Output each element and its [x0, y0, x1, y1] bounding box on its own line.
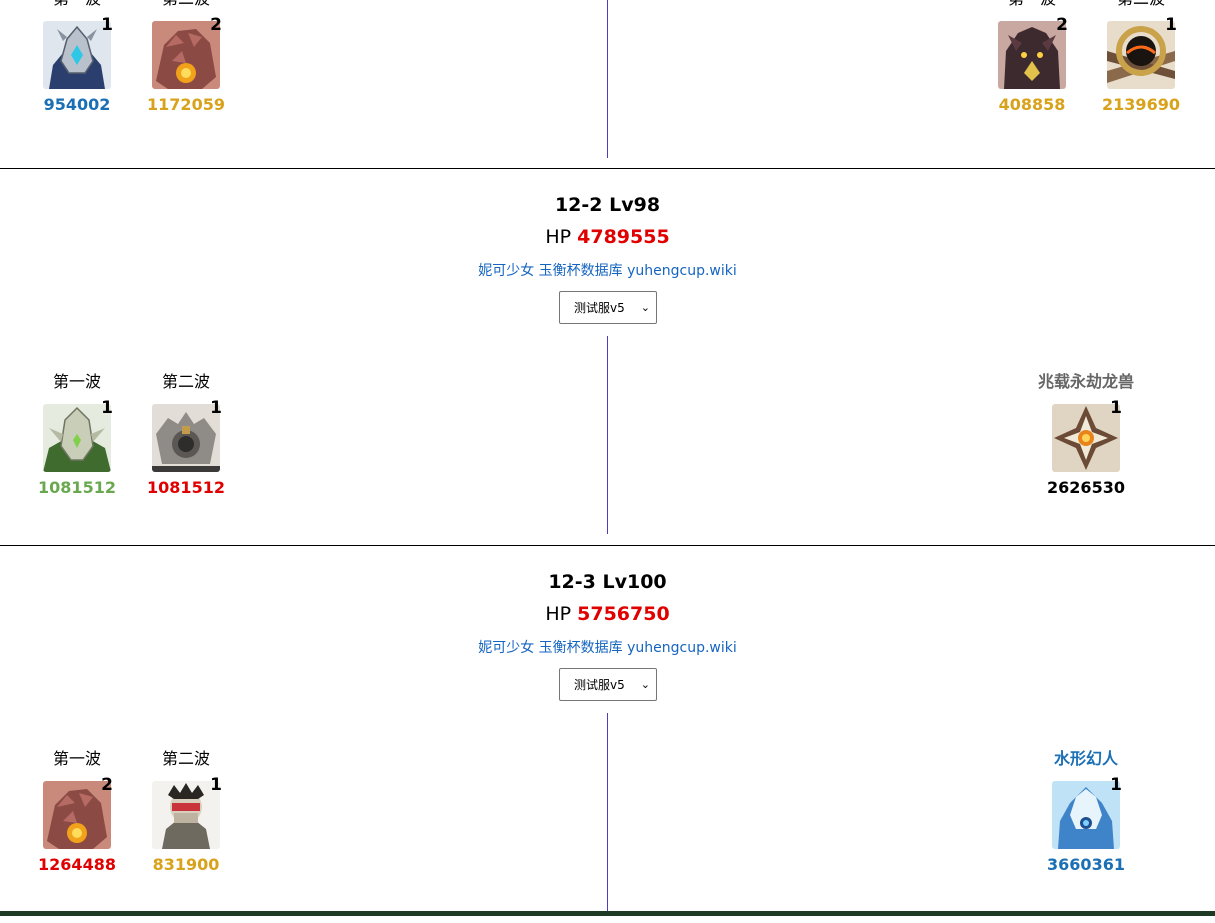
wave-label: 第一波	[977, 0, 1087, 10]
enemy-hp: 1264488	[38, 855, 116, 874]
wave-label: 第二波	[161, 372, 210, 391]
enemy-card[interactable]: 第二波 2 1172059	[131, 0, 241, 114]
enemy-card[interactable]: 第一波 2 1264488	[22, 748, 132, 874]
wiki-link[interactable]: 妮可少女 玉衡杯数据库 yuhengcup.wiki	[0, 637, 1215, 657]
column-divider	[607, 713, 608, 911]
stage-hp: HP 5756750	[0, 603, 1215, 625]
column-divider	[607, 336, 608, 534]
chevron-down-icon: ⌄	[640, 301, 650, 314]
stage-title: 12-3 Lv100	[548, 571, 667, 593]
enemy-count: 1	[1110, 398, 1122, 418]
enemy-card[interactable]: 第一波 1 1081512	[22, 371, 132, 497]
chevron-down-icon: ⌄	[640, 678, 650, 691]
enemy-card[interactable]: 兆载永劫龙兽 1 2626530	[1031, 371, 1141, 497]
enemy-count: 2	[101, 775, 113, 795]
enemy-name: 兆载永劫龙兽	[1037, 372, 1134, 391]
enemy-hp: 2626530	[1047, 478, 1125, 497]
enemy-hp: 1172059	[147, 95, 225, 114]
hp-label: HP	[545, 226, 572, 248]
enemy-card[interactable]: 第二波 1 2139690	[1086, 0, 1196, 114]
enemy-count: 1	[1165, 15, 1177, 35]
enemy-hp: 1081512	[147, 478, 225, 497]
version-select[interactable]: 测试服v5 ⌄	[559, 291, 657, 324]
enemy-count: 1	[210, 398, 222, 418]
wiki-link[interactable]: 妮可少女 玉衡杯数据库 yuhengcup.wiki	[0, 260, 1215, 280]
version-select-value: 测试服v5	[574, 301, 625, 315]
enemy-count: 2	[1056, 15, 1068, 35]
version-select-value: 测试服v5	[574, 678, 625, 692]
hp-label: HP	[545, 603, 572, 625]
column-divider	[607, 0, 608, 158]
stage-title: 12-2 Lv98	[554, 194, 661, 216]
enemy-count: 1	[1110, 775, 1122, 795]
wave-label: 第二波	[161, 749, 210, 768]
enemy-card[interactable]: 第二波 1 831900	[131, 748, 241, 874]
enemy-count: 2	[210, 15, 222, 35]
enemy-hp: 2139690	[1102, 95, 1180, 114]
enemy-count: 1	[101, 15, 113, 35]
enemy-name: 水形幻人	[1053, 749, 1118, 768]
enemy-hp: 1081512	[38, 478, 116, 497]
stage-hp: HP 4789555	[0, 226, 1215, 248]
enemy-card[interactable]: 第一波 1 954002	[22, 0, 132, 114]
enemy-hp: 831900	[152, 855, 220, 874]
enemy-hp: 408858	[998, 95, 1066, 114]
enemy-card[interactable]: 水形幻人 1 3660361	[1031, 748, 1141, 874]
hp-value: 5756750	[577, 603, 670, 625]
enemy-card[interactable]: 第一波 2 408858	[977, 0, 1087, 114]
enemy-hp: 954002	[43, 95, 111, 114]
enemy-count: 1	[210, 775, 222, 795]
hp-value: 4789555	[577, 226, 670, 248]
wave-label: 第一波	[22, 0, 132, 10]
version-select[interactable]: 测试服v5 ⌄	[559, 668, 657, 701]
footer-bar	[0, 911, 1215, 916]
enemy-hp: 3660361	[1047, 855, 1125, 874]
wave-label: 第二波	[131, 0, 241, 10]
wave-label: 第二波	[1086, 0, 1196, 10]
enemy-card[interactable]: 第二波 1 1081512	[131, 371, 241, 497]
wave-label: 第一波	[52, 372, 101, 391]
enemy-count: 1	[101, 398, 113, 418]
wave-label: 第一波	[52, 749, 101, 768]
